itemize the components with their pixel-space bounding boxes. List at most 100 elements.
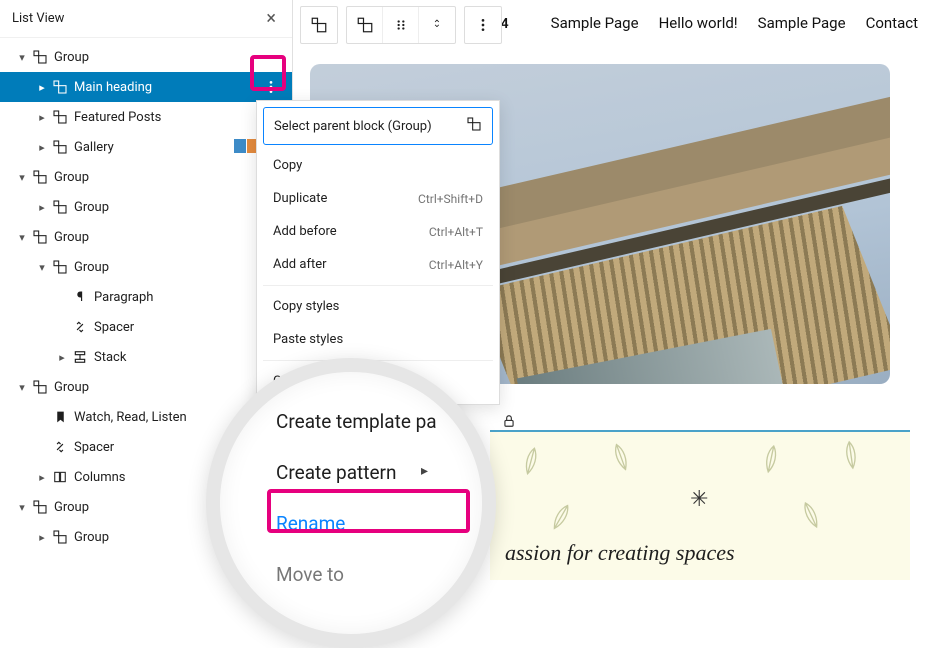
columns-icon <box>50 470 70 484</box>
list-view-header: List View × <box>0 0 292 38</box>
tree-item-label: Group <box>70 200 284 215</box>
tree-item-label: Gallery <box>70 140 234 155</box>
group-icon <box>30 169 50 185</box>
tree-item-main-heading[interactable]: ▸ Main heading <box>0 72 292 102</box>
select-parent-button[interactable]: Select parent block (Group) <box>263 107 493 145</box>
chevron-right-icon[interactable]: ▸ <box>34 471 50 484</box>
nav-link[interactable]: Sample Page <box>551 14 639 32</box>
nav-link[interactable]: Sample Page <box>758 14 846 32</box>
menu-item-label: Move to <box>276 563 344 586</box>
tree-item-label: Group <box>50 230 284 245</box>
tree-item-label: Stack <box>90 350 284 365</box>
chevron-down-icon[interactable]: ▾ <box>14 51 30 64</box>
menu-separator <box>263 285 493 286</box>
tree-item-label: Group <box>70 260 284 275</box>
tree-item-group[interactable]: ▾ Group <box>0 252 292 282</box>
tree-item-stack[interactable]: ▸ Stack <box>0 342 292 372</box>
group-icon <box>50 529 70 545</box>
group-icon <box>50 259 70 275</box>
hero-tagline: assion for creating spaces <box>505 540 735 566</box>
group-icon <box>50 199 70 215</box>
chevron-down-icon[interactable]: ▾ <box>14 231 30 244</box>
menu-copy[interactable]: Copy <box>263 149 493 182</box>
spacer-icon <box>50 440 70 454</box>
tree-item-group[interactable]: ▾ Group <box>0 222 292 252</box>
menu-item-label: Rename <box>276 512 345 535</box>
menu-add-before[interactable]: Add before Ctrl+Alt+T <box>263 215 493 248</box>
tree-item-label: Group <box>50 380 284 395</box>
menu-shortcut: Ctrl+Alt+Y <box>429 258 483 272</box>
close-icon[interactable]: × <box>262 4 280 33</box>
group-icon <box>50 79 70 95</box>
tree-item-group[interactable]: ▾ Group <box>0 42 292 72</box>
menu-move-to[interactable]: Move to <box>272 553 458 596</box>
group-icon <box>30 499 50 515</box>
chevron-right-icon[interactable]: ▸ <box>34 111 50 124</box>
magnifier-highlight: Create template pa Create pattern Rename… <box>206 358 496 648</box>
spacer-icon <box>70 320 90 334</box>
menu-add-after[interactable]: Add after Ctrl+Alt+Y <box>263 248 493 281</box>
tree-item-label: Group <box>50 50 284 65</box>
tree-item-group[interactable]: ▾ Group <box>0 162 292 192</box>
tree-item-label: Main heading <box>70 80 258 95</box>
group-icon <box>30 379 50 395</box>
chevron-right-icon[interactable]: ▸ <box>34 531 50 544</box>
move-up-down-icon[interactable]: ⌃⌄ <box>419 7 455 43</box>
chevron-right-icon[interactable]: ▸ <box>34 201 50 214</box>
menu-duplicate[interactable]: DuplicateCtrl+Shift+D <box>263 182 493 215</box>
menu-shortcut: Ctrl+Alt+T <box>429 225 483 239</box>
tree-item-label: Featured Posts <box>70 110 284 125</box>
group-icon <box>466 116 482 136</box>
menu-create-template-part[interactable]: Create template pa <box>272 400 458 443</box>
tree-item-spacer[interactable]: Spacer <box>0 312 292 342</box>
chevron-right-icon[interactable]: ▸ <box>34 81 50 94</box>
toolbar-group-block <box>300 6 338 44</box>
group-icon <box>30 49 50 65</box>
tree-item-label: Paragraph <box>90 290 284 305</box>
tree-item-group[interactable]: ▾ Group <box>0 372 292 402</box>
chevron-down-icon[interactable]: ▾ <box>14 501 30 514</box>
stack-icon <box>70 350 90 364</box>
menu-item-label: Create pattern <box>276 461 397 484</box>
group-icon[interactable] <box>301 7 337 43</box>
tree-item-gallery[interactable]: ▸ Gallery <box>0 132 292 162</box>
list-view-title: List View <box>12 11 64 26</box>
tree-item-paragraph[interactable]: ¶ Paragraph <box>0 282 292 312</box>
menu-item-label: Copy <box>273 158 302 173</box>
menu-copy-styles[interactable]: Copy styles <box>263 290 493 323</box>
toolbar-group-transform: ⌃⌄ <box>346 6 456 44</box>
more-options-icon[interactable] <box>258 74 284 100</box>
menu-shortcut: Ctrl+Shift+D <box>418 192 483 206</box>
drag-handle-icon[interactable] <box>383 7 419 43</box>
group-icon <box>30 229 50 245</box>
nav-link[interactable]: Hello world! <box>659 14 738 32</box>
bookmark-icon <box>50 410 70 424</box>
menu-paste-styles[interactable]: Paste styles <box>263 323 493 356</box>
asterisk-icon: ✳ <box>690 487 708 512</box>
more-options-icon[interactable] <box>465 7 501 43</box>
chevron-down-icon[interactable]: ▾ <box>14 381 30 394</box>
menu-item-label: Paste styles <box>273 332 343 347</box>
chevron-down-icon[interactable]: ▾ <box>14 171 30 184</box>
tree-item-group[interactable]: ▸ Group <box>0 192 292 222</box>
group-icon <box>50 109 70 125</box>
group-icon[interactable] <box>347 7 383 43</box>
menu-item-label: Copy styles <box>273 299 339 314</box>
chevron-right-icon[interactable]: ▸ <box>54 351 70 364</box>
select-parent-label: Select parent block (Group) <box>274 119 432 134</box>
group-icon <box>50 139 70 155</box>
nav-link[interactable]: Contact <box>866 14 918 32</box>
tree-item-featured-posts[interactable]: ▸ Featured Posts <box>0 102 292 132</box>
toolbar-group-options <box>464 6 502 44</box>
paragraph-icon: ¶ <box>70 290 90 305</box>
block-toolbar: ⌃⌄ <box>300 6 502 44</box>
menu-rename[interactable]: Rename <box>272 502 458 545</box>
menu-item-label: Add after <box>273 257 327 272</box>
lock-icon <box>502 414 936 432</box>
menu-create-pattern[interactable]: Create pattern <box>272 451 458 494</box>
menu-item-label: Create template pa <box>276 410 437 433</box>
chevron-right-icon[interactable]: ▸ <box>34 141 50 154</box>
chevron-down-icon[interactable]: ▾ <box>34 261 50 274</box>
menu-item-label: Add before <box>273 224 337 239</box>
block-options-menu: Select parent block (Group) Copy Duplica… <box>256 100 500 405</box>
